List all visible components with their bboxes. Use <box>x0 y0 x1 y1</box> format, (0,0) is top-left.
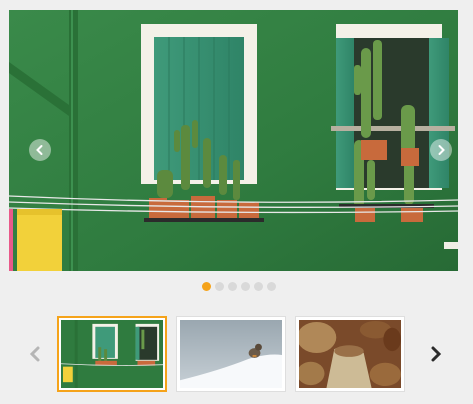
thumbnail-grain-sacks[interactable] <box>295 316 405 392</box>
pagination-dot-6[interactable] <box>266 282 276 291</box>
pagination-dot-2[interactable] <box>214 282 224 291</box>
pagination-dot-4[interactable] <box>240 282 250 291</box>
thumbnail-prev-button[interactable] <box>27 344 43 364</box>
chevron-right-icon <box>438 145 445 155</box>
thumbnail-bird-snow[interactable] <box>176 316 286 392</box>
main-next-button[interactable] <box>430 139 452 161</box>
green-wall-photo <box>9 10 458 271</box>
chevron-left-icon <box>29 346 40 362</box>
image-gallery <box>0 0 473 404</box>
pagination-dot-3[interactable] <box>227 282 237 291</box>
chevron-right-icon <box>431 346 442 362</box>
main-prev-button[interactable] <box>29 139 51 161</box>
green-wall-thumbnail-image <box>61 320 163 388</box>
thumbnail-green-wall[interactable] <box>57 316 167 392</box>
bird-snow-thumbnail-image <box>180 320 282 388</box>
pagination-dot-5[interactable] <box>253 282 263 291</box>
slide-pagination <box>0 282 473 292</box>
pagination-dot-1[interactable] <box>201 282 211 291</box>
main-slide-image[interactable] <box>9 10 458 271</box>
thumbnail-next-button[interactable] <box>428 344 444 364</box>
grain-sacks-thumbnail-image <box>299 320 401 388</box>
chevron-left-icon <box>36 145 43 155</box>
